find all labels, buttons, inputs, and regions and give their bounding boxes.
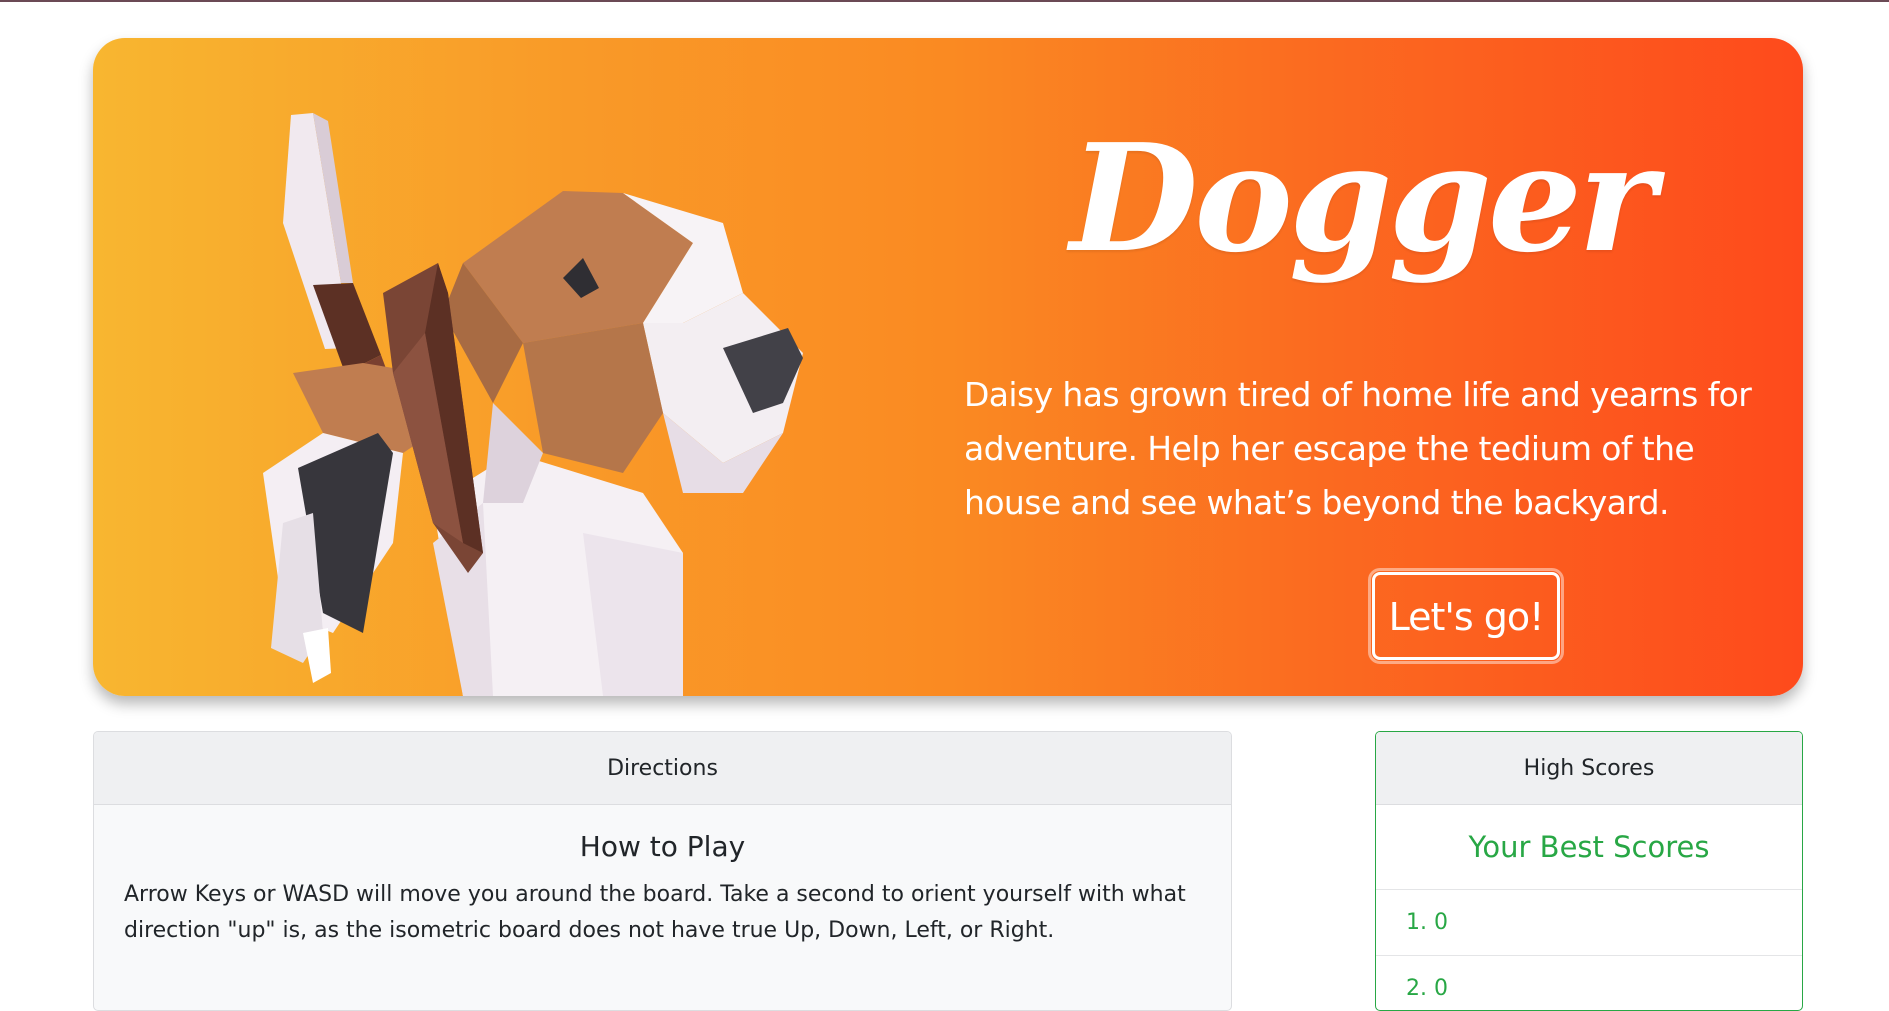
high-scores-header: High Scores (1376, 732, 1802, 805)
low-poly-dog-illustration (263, 113, 803, 696)
directions-body: How to Play Arrow Keys or WASD will move… (94, 829, 1231, 949)
how-to-play-title: How to Play (579, 830, 746, 863)
hero-banner: Dogger Daisy has grown tired of home lif… (93, 38, 1803, 696)
best-scores-title: Your Best Scores (1376, 805, 1802, 890)
score-list-item: 2. 0 (1376, 956, 1802, 1010)
top-border (0, 0, 1889, 2)
game-title: Dogger (1069, 111, 1656, 285)
hero-tagline: Daisy has grown tired of home life and y… (964, 375, 1752, 522)
high-scores-card: High Scores Your Best Scores 1. 0 2. 0 (1375, 731, 1803, 1011)
lets-go-button[interactable]: Let's go! (1368, 568, 1564, 664)
score-list-item: 1. 0 (1376, 890, 1802, 956)
how-to-play-text: Arrow Keys or WASD will move you around … (124, 882, 1186, 943)
directions-header: Directions (94, 732, 1231, 805)
hero-content: Dogger Daisy has grown tired of home lif… (961, 98, 1761, 678)
directions-card: Directions How to Play Arrow Keys or WAS… (93, 731, 1232, 1011)
